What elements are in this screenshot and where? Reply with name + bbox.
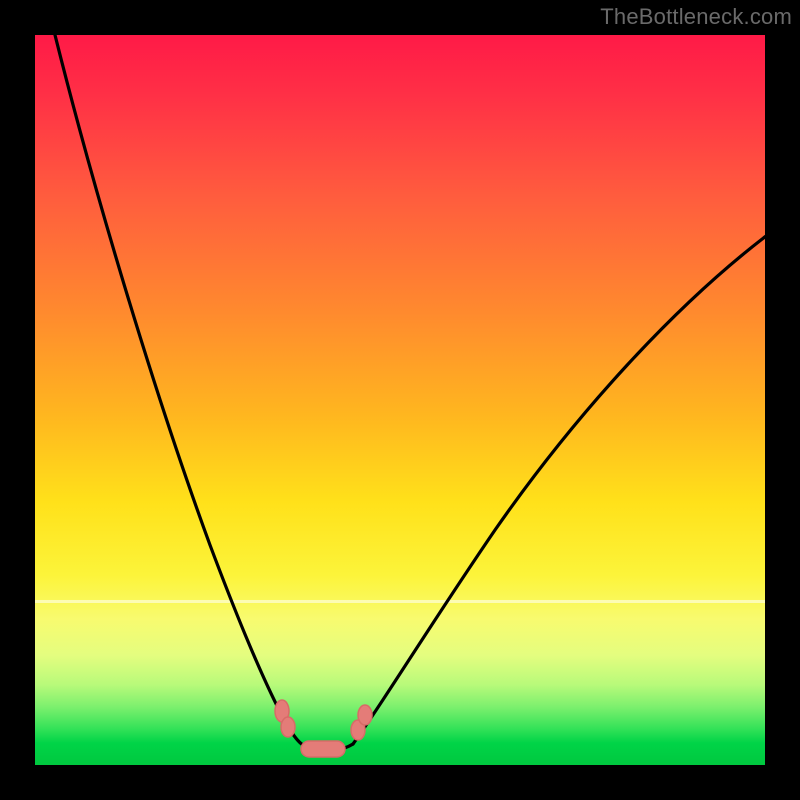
curve-left-branch — [55, 35, 303, 745]
chart-frame: TheBottleneck.com — [0, 0, 800, 800]
marker-cluster — [275, 700, 372, 757]
bottleneck-curve — [35, 35, 765, 765]
curve-right-branch — [353, 233, 765, 744]
plot-area — [35, 35, 765, 765]
watermark-text: TheBottleneck.com — [600, 4, 792, 30]
